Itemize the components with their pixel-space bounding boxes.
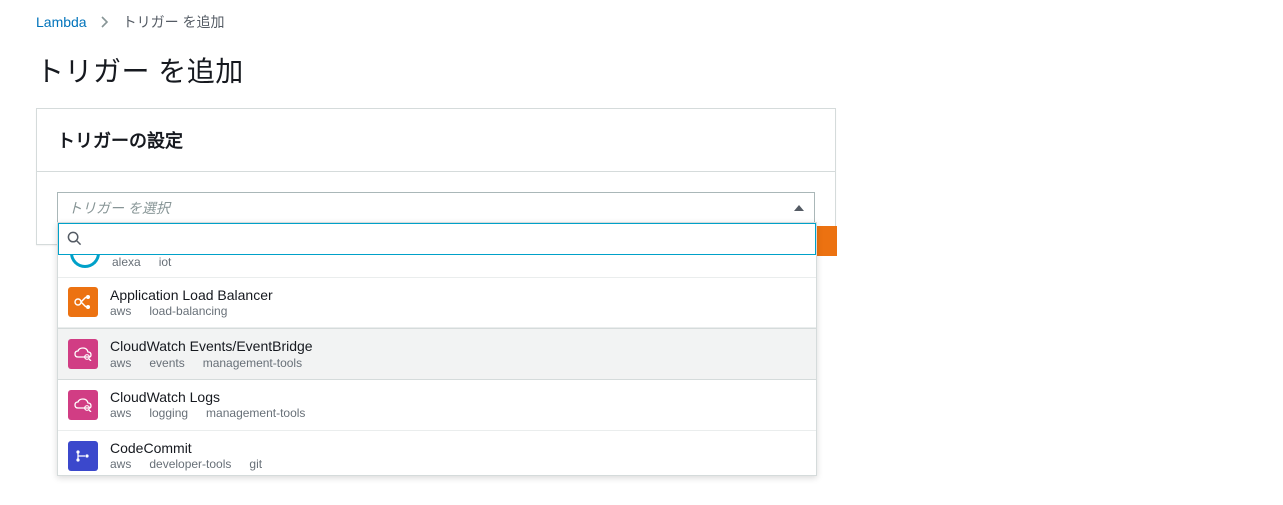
breadcrumb-lambda-link[interactable]: Lambda bbox=[36, 14, 87, 30]
trigger-options-list: alexa iot Application Load Balancer bbox=[58, 255, 816, 475]
tag: management-tools bbox=[206, 406, 305, 422]
tag: management-tools bbox=[203, 356, 302, 372]
option-cloudwatch-events[interactable]: CloudWatch Events/EventBridge aws events… bbox=[58, 328, 816, 380]
panel-header: トリガーの設定 bbox=[37, 109, 835, 172]
tag: aws bbox=[110, 356, 131, 372]
option-cloudwatch-logs[interactable]: CloudWatch Logs aws logging management-t… bbox=[58, 380, 816, 431]
option-title: CloudWatch Logs bbox=[110, 388, 305, 406]
primary-button-sliver[interactable] bbox=[815, 226, 837, 256]
breadcrumb-current: トリガー を追加 bbox=[123, 12, 225, 32]
option-alexa-partial[interactable]: alexa iot bbox=[58, 255, 816, 278]
chevron-right-icon bbox=[101, 16, 109, 28]
tag: alexa bbox=[112, 255, 141, 271]
breadcrumb: Lambda トリガー を追加 bbox=[36, 12, 1247, 32]
page-title: トリガー を追加 bbox=[36, 50, 1247, 90]
caret-up-icon bbox=[794, 205, 804, 211]
tag: aws bbox=[110, 304, 131, 320]
trigger-search-input[interactable] bbox=[58, 223, 816, 255]
tag: logging bbox=[149, 406, 188, 422]
option-codecommit[interactable]: CodeCommit aws developer-tools git bbox=[58, 431, 816, 475]
trigger-dropdown: alexa iot Application Load Balancer bbox=[57, 222, 817, 476]
tag: events bbox=[149, 356, 184, 372]
option-title: CodeCommit bbox=[110, 439, 262, 457]
cloudwatch-events-icon bbox=[68, 339, 98, 369]
codecommit-icon bbox=[68, 441, 98, 471]
tag: aws bbox=[110, 457, 131, 473]
tag: load-balancing bbox=[149, 304, 227, 320]
load-balancer-icon bbox=[68, 287, 98, 317]
option-title: CloudWatch Events/EventBridge bbox=[110, 337, 313, 355]
alexa-icon bbox=[70, 255, 100, 268]
cloudwatch-logs-icon bbox=[68, 390, 98, 420]
tag: iot bbox=[159, 255, 172, 271]
tag: developer-tools bbox=[149, 457, 231, 473]
trigger-config-panel: トリガーの設定 トリガー を選択 bbox=[36, 108, 836, 245]
option-title: Application Load Balancer bbox=[110, 286, 273, 304]
tag: git bbox=[249, 457, 262, 473]
trigger-select[interactable]: トリガー を選択 bbox=[57, 192, 815, 224]
tag: aws bbox=[110, 406, 131, 422]
select-placeholder: トリガー を選択 bbox=[68, 198, 170, 218]
option-alb[interactable]: Application Load Balancer aws load-balan… bbox=[58, 278, 816, 329]
